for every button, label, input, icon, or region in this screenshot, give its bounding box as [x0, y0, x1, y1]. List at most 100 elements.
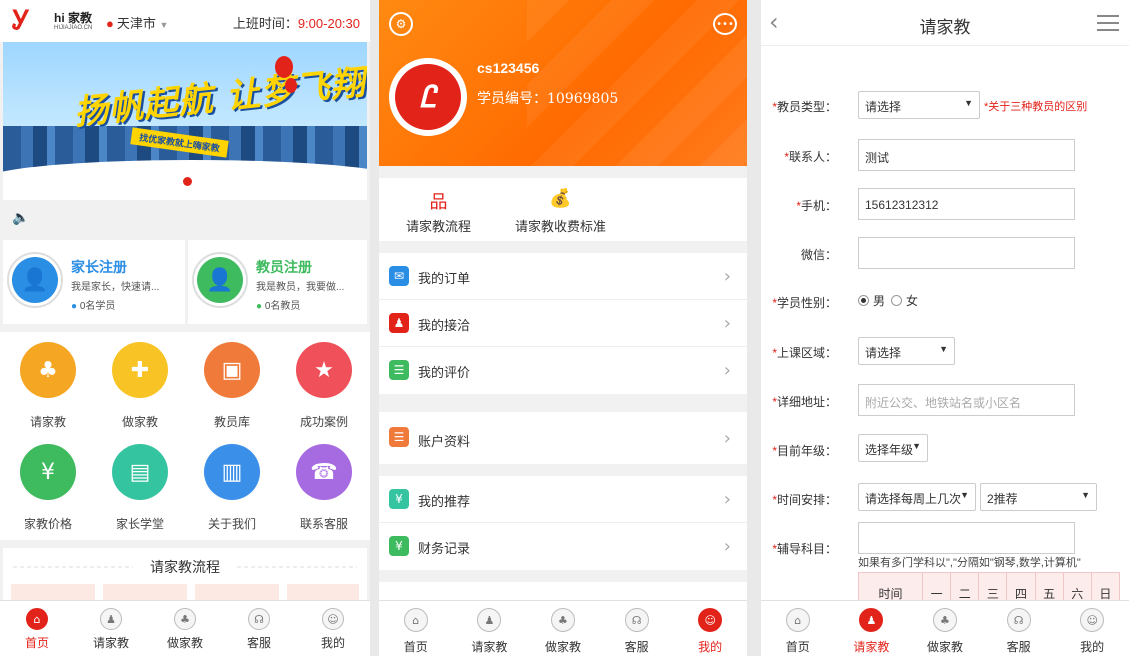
- grid-item-price[interactable]: ¥ 家教价格: [2, 444, 94, 532]
- quick-link-label: 请家教收费标准: [515, 219, 607, 234]
- grid-item-success-case[interactable]: ★ 成功案例: [278, 342, 370, 430]
- phone-input[interactable]: 15612312312: [858, 188, 1075, 220]
- contact-input[interactable]: 测试: [858, 139, 1075, 171]
- tab-label: 客服: [624, 640, 649, 654]
- avatar[interactable]: Ꮭ: [389, 58, 467, 136]
- tab-be-tutor[interactable]: ♣ 做家教: [526, 601, 600, 656]
- username: cs123456: [477, 60, 540, 76]
- select-value: 2推荐: [987, 492, 1018, 506]
- gear-icon[interactable]: ⚙: [389, 12, 413, 36]
- parent-register-card[interactable]: 👤 家长注册 我是家长，快速请... ● 0名学员: [3, 240, 185, 324]
- quick-link-label: 请家教流程: [406, 219, 472, 234]
- menu-icon[interactable]: [1097, 15, 1119, 31]
- schedule-option-select[interactable]: 2推荐 ▼: [980, 483, 1097, 511]
- quick-link-fees[interactable]: 💰 请家教收费标准: [515, 188, 606, 235]
- dropdown-arrow-icon: ▼: [1081, 490, 1090, 500]
- headset-icon: ☊: [1006, 608, 1031, 632]
- tab-home[interactable]: ⌂ 首页: [0, 601, 74, 656]
- menu-item-account[interactable]: ☰ 账户资料 ›: [379, 412, 747, 464]
- grid-item-label: 关于我们: [207, 517, 256, 531]
- tab-home[interactable]: ⌂ 首页: [379, 601, 453, 656]
- home-banner[interactable]: 扬帆起航 让梦飞翔 找优家教就上嗨家教: [3, 42, 367, 200]
- tab-be-tutor[interactable]: ♣ 做家教: [148, 601, 222, 656]
- menu-item-finance[interactable]: ¥ 财务记录 ›: [379, 523, 747, 570]
- avatar-logo-icon: Ꮭ: [395, 64, 461, 130]
- menu-group-finance: ¥ 我的推荐 › ¥ 财务记录 ›: [379, 476, 747, 570]
- tab-find-tutor[interactable]: ♟ 请家教: [453, 601, 527, 656]
- quick-link-flow[interactable]: 品 请家教流程: [406, 188, 471, 235]
- tab-label: 我的: [320, 636, 345, 650]
- teacher-type-diff-link[interactable]: *关于三种教员的区别: [984, 98, 1087, 114]
- parent-icon: 👤: [12, 257, 58, 303]
- customer-service-icon: ☎: [296, 444, 352, 500]
- select-value: 请选择: [865, 346, 902, 360]
- tab-label: 首页: [403, 640, 428, 654]
- tab-label: 做家教: [926, 640, 963, 654]
- grid-item-be-tutor[interactable]: ✚ 做家教: [94, 342, 186, 430]
- menu-item-label: 我的推荐: [418, 494, 471, 509]
- tab-service[interactable]: ☊ 客服: [600, 601, 674, 656]
- grid-item-customer-service[interactable]: ☎ 联系客服: [278, 444, 370, 532]
- tab-find-tutor[interactable]: ♟ 请家教: [835, 601, 909, 656]
- area-select[interactable]: 请选择 ▼: [858, 337, 955, 365]
- grid-item-label: 请家教: [29, 415, 66, 429]
- schedule-frequency-select[interactable]: 请选择每周上几次 ▼: [858, 483, 976, 511]
- subject-input[interactable]: [858, 522, 1075, 554]
- grid-item-label: 教员库: [213, 415, 250, 429]
- schedule-table-header: 时间 一 二 三 四 五 六 日: [858, 572, 1120, 602]
- tutor-count: 0名教员: [264, 301, 301, 312]
- area-label: *上课区域：: [772, 346, 837, 360]
- grid-item-label: 成功案例: [299, 415, 348, 429]
- chevron-right-icon: ›: [723, 428, 731, 449]
- city-selector[interactable]: ● 天津市 ▼: [106, 13, 168, 32]
- menu-group-account: ☰ 账户资料 ›: [379, 412, 747, 464]
- tab-label: 请家教: [471, 640, 508, 654]
- teacher-type-select[interactable]: 请选择 ▼: [858, 91, 980, 119]
- balloon-icon: [285, 78, 297, 93]
- tab-service[interactable]: ☊ 客服: [982, 601, 1056, 656]
- announcement-speaker-icon[interactable]: 🔈: [12, 210, 29, 226]
- grid-item-find-tutor[interactable]: ♣ 请家教: [2, 342, 94, 430]
- logo-subtext: HIJIAJIAO.CN: [54, 25, 93, 31]
- find-tutor-tab-icon: ♟: [859, 608, 884, 632]
- tab-service[interactable]: ☊ 客服: [222, 601, 296, 656]
- grade-select[interactable]: 选择年级 ▼: [858, 434, 928, 462]
- address-input[interactable]: 附近公交、地铁站名或小区名: [858, 384, 1075, 416]
- tab-label: 做家教: [544, 640, 581, 654]
- menu-item-orders[interactable]: ✉ 我的订单 ›: [379, 253, 747, 300]
- carousel-indicator[interactable]: [183, 177, 192, 186]
- menu-item-contacts[interactable]: ♟ 我的接洽 ›: [379, 300, 747, 347]
- grid-item-about[interactable]: ▥ 关于我们: [186, 444, 278, 532]
- tab-mine[interactable]: ☺ 我的: [1055, 601, 1129, 656]
- wechat-input[interactable]: [858, 237, 1075, 269]
- contact-icon: ♟: [389, 313, 409, 333]
- student-id: 学员编号：10969805: [477, 91, 619, 107]
- tab-label: 请家教: [92, 636, 129, 650]
- grid-item-tutor-library[interactable]: ▣ 教员库: [186, 342, 278, 430]
- tab-label: 客服: [1006, 640, 1031, 654]
- logo-mark-icon: Ꭹ: [12, 6, 30, 36]
- grid-item-parent-class[interactable]: ▤ 家长学堂: [94, 444, 186, 532]
- user-icon: ☺: [1080, 608, 1105, 632]
- tab-mine[interactable]: ☺ 我的: [296, 601, 370, 656]
- message-icon[interactable]: •••: [713, 13, 737, 35]
- menu-item-recommend[interactable]: ¥ 我的推荐 ›: [379, 476, 747, 523]
- gender-male-radio[interactable]: 男: [858, 292, 885, 309]
- chevron-right-icon: ›: [723, 489, 731, 510]
- tab-mine[interactable]: ☺ 我的: [673, 601, 747, 656]
- gender-female-radio[interactable]: 女: [891, 292, 918, 309]
- tab-home[interactable]: ⌂ 首页: [761, 601, 835, 656]
- review-icon: ☰: [389, 360, 409, 380]
- tab-label: 请家教: [853, 640, 890, 654]
- menu-item-reviews[interactable]: ☰ 我的评价 ›: [379, 347, 747, 394]
- tab-find-tutor[interactable]: ♟ 请家教: [74, 601, 148, 656]
- logo-text: hi 家教: [54, 11, 92, 25]
- select-value: 请选择每周上几次: [865, 492, 962, 506]
- tutor-count-icon: ●: [256, 301, 263, 312]
- tab-label: 我的: [1080, 640, 1105, 654]
- logo[interactable]: Ꭹ hi 家教 HIJIAJIAO.CN: [12, 6, 98, 36]
- tab-label: 首页: [785, 640, 810, 654]
- tab-be-tutor[interactable]: ♣ 做家教: [908, 601, 982, 656]
- tutor-register-card[interactable]: 👤 教员注册 我是教员，我要做... ● 0名教员: [188, 240, 367, 324]
- student-count: 0名学员: [79, 301, 116, 312]
